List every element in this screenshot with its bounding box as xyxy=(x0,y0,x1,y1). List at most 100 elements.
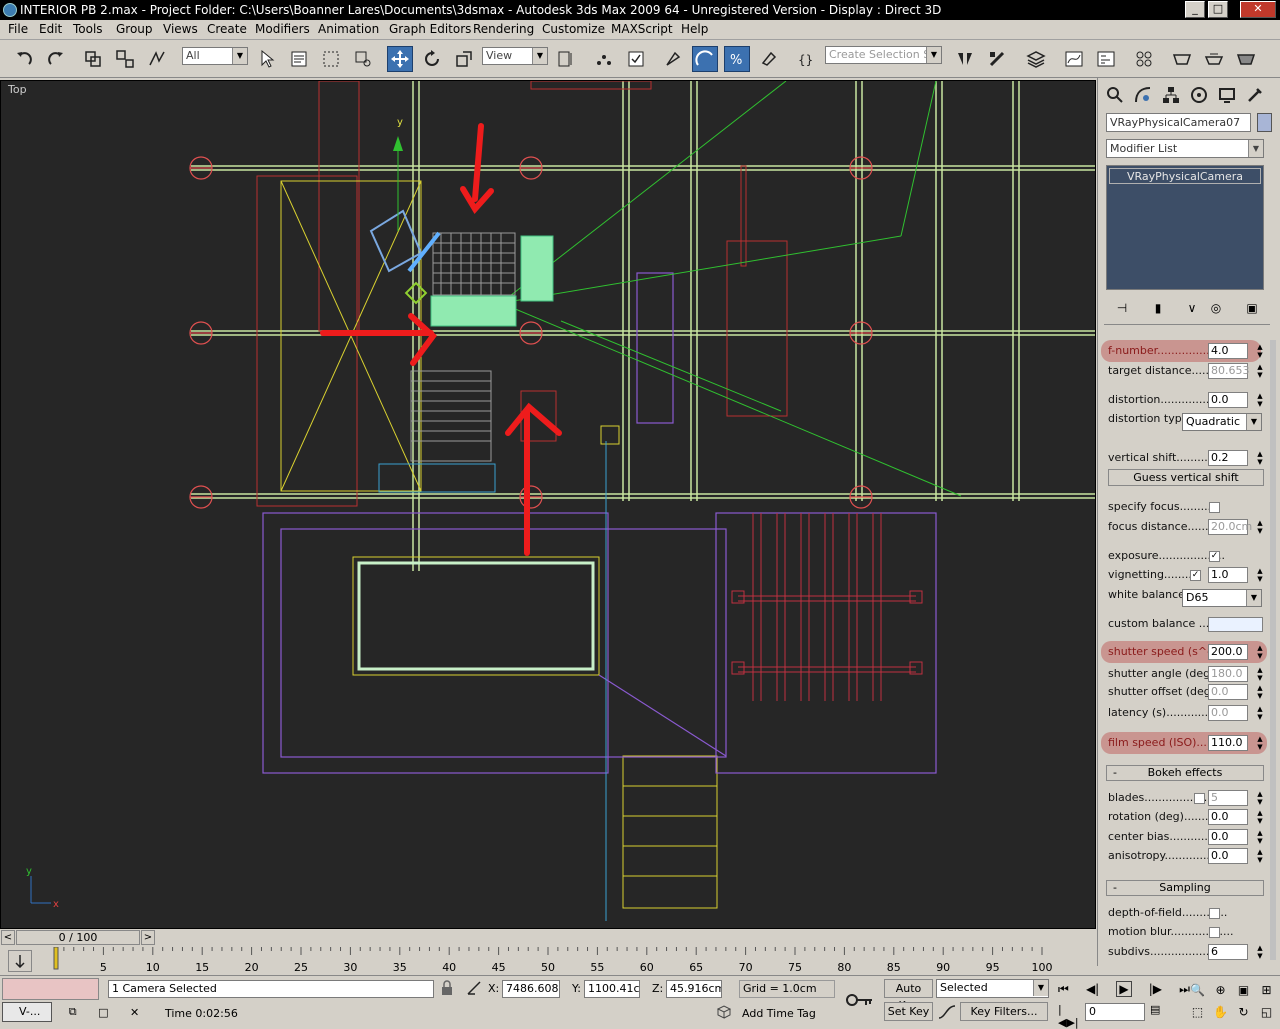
anisotropy-field[interactable]: 0.0 xyxy=(1208,848,1248,864)
menu-animation[interactable]: Animation xyxy=(318,22,379,36)
menu-graph-editors[interactable]: Graph Editors xyxy=(389,22,471,36)
key-tangent-icon[interactable] xyxy=(937,1003,957,1021)
maxscript-listener-field[interactable] xyxy=(2,978,99,1000)
angle-snap-icon[interactable] xyxy=(692,46,718,72)
menu-maxscript[interactable]: MAXScript xyxy=(611,22,673,36)
y-coordinate-field[interactable]: 1100.41cm xyxy=(584,980,640,998)
spinner-snap-icon[interactable] xyxy=(756,46,782,72)
shutter-offset-field[interactable]: 0.0 xyxy=(1208,684,1248,700)
film-speed-field[interactable]: 110.0 xyxy=(1208,735,1248,751)
snaps-toggle-icon[interactable] xyxy=(660,46,686,72)
latency-spinner[interactable]: ▲ ▼ xyxy=(1256,705,1264,721)
absolute-mode-icon[interactable] xyxy=(466,980,482,996)
z-coordinate-field[interactable]: 45.916cm xyxy=(666,980,722,998)
utilities-tab-icon[interactable] xyxy=(1244,84,1266,106)
lock-selection-icon[interactable] xyxy=(440,980,454,996)
select-object-icon[interactable] xyxy=(254,46,280,72)
time-slider-thumb[interactable]: 0 / 100 xyxy=(16,930,140,945)
use-pivot-center-icon[interactable] xyxy=(553,46,579,72)
make-unique-icon[interactable]: ∨ xyxy=(1182,298,1202,318)
panel-scrollbar[interactable] xyxy=(1270,340,1276,960)
menu-group[interactable]: Group xyxy=(116,22,153,36)
select-and-scale-icon[interactable] xyxy=(451,46,477,72)
schematic-view-icon[interactable] xyxy=(1093,46,1119,72)
set-key-button[interactable]: Set Key xyxy=(884,1002,933,1021)
menu-modifiers[interactable]: Modifiers xyxy=(255,22,310,36)
unlink-selection-icon[interactable] xyxy=(112,46,138,72)
x-coordinate-field[interactable]: 7486.608c xyxy=(502,980,560,998)
time-slider-prev-button[interactable]: < xyxy=(1,930,15,945)
taskbar-item[interactable]: V-... xyxy=(2,1002,52,1022)
open-mini-curve-editor-icon[interactable] xyxy=(8,950,32,972)
current-frame-field[interactable]: 0 xyxy=(1085,1003,1145,1021)
pan-icon[interactable]: ✋ xyxy=(1213,1005,1228,1019)
guess-vertical-shift-button[interactable]: Guess vertical shift xyxy=(1108,469,1264,486)
zoom-icon[interactable]: 🔍 xyxy=(1190,983,1205,997)
distortion-field[interactable]: 0.0 xyxy=(1208,392,1248,408)
blades-field[interactable]: 5 xyxy=(1208,790,1248,806)
white-balance-dropdown[interactable]: D65 ▼ xyxy=(1182,589,1262,607)
subdivs-field[interactable]: 6 xyxy=(1208,944,1248,960)
show-end-result-icon[interactable]: ▮ xyxy=(1148,298,1168,318)
layer-manager-icon[interactable] xyxy=(1023,46,1049,72)
stack-item-vray-camera[interactable]: VRayPhysicalCamera xyxy=(1109,168,1261,184)
shutter-speed-field[interactable]: 200.0 xyxy=(1208,644,1248,660)
taskbar-restore-icon[interactable]: ⧉ xyxy=(69,1005,77,1019)
key-filters-button[interactable]: Key Filters... xyxy=(960,1002,1048,1021)
menu-rendering[interactable]: Rendering xyxy=(473,22,534,36)
top-viewport[interactable]: Top y y x xyxy=(0,80,1096,929)
previous-frame-icon[interactable]: ◀| xyxy=(1086,982,1099,996)
focus-distance-field[interactable]: 20.0cm xyxy=(1208,519,1252,535)
motion-blur-checkbox[interactable] xyxy=(1209,927,1220,938)
latency-field[interactable]: 0.0 xyxy=(1208,705,1248,721)
zoom-all-icon[interactable]: ⊕ xyxy=(1215,983,1225,997)
center-bias-field[interactable]: 0.0 xyxy=(1208,829,1248,845)
menu-views[interactable]: Views xyxy=(163,22,198,36)
play-icon[interactable]: ▶ xyxy=(1116,981,1132,997)
target-distance-field[interactable]: 80.653 xyxy=(1208,363,1250,379)
display-tab-icon[interactable] xyxy=(1216,84,1238,106)
modify-tab-icon[interactable] xyxy=(1132,84,1154,106)
add-time-tag-icon[interactable] xyxy=(716,1004,732,1020)
reference-coordinate-dropdown[interactable]: View ▼ xyxy=(482,47,548,65)
time-slider-next-button[interactable]: > xyxy=(141,930,155,945)
rectangular-selection-icon[interactable] xyxy=(318,46,344,72)
subdivs-spinner[interactable]: ▲ ▼ xyxy=(1256,944,1264,960)
shutter-angle-field[interactable]: 180.0 xyxy=(1208,666,1248,682)
menu-edit[interactable]: Edit xyxy=(39,22,62,36)
app-icon[interactable] xyxy=(3,3,17,17)
menu-create[interactable]: Create xyxy=(207,22,247,36)
bokeh-rollout-header[interactable]: - Bokeh effects xyxy=(1106,765,1264,781)
zoom-extents-icon[interactable]: ▣ xyxy=(1238,983,1249,997)
menu-help[interactable]: Help xyxy=(681,22,708,36)
selection-filter-dropdown[interactable]: All ▼ xyxy=(182,47,248,65)
minimize-button[interactable]: _ xyxy=(1185,1,1205,18)
exposure-checkbox[interactable]: ✓ xyxy=(1209,551,1220,562)
vertical-shift-field[interactable]: 0.2 xyxy=(1208,450,1248,466)
key-mode-dropdown[interactable]: Selected ▼ xyxy=(936,979,1049,998)
current-frame-marker[interactable] xyxy=(53,947,59,970)
render-setup-icon[interactable] xyxy=(1169,46,1195,72)
focus-distance-spinner[interactable]: ▲ ▼ xyxy=(1256,519,1264,535)
select-and-rotate-icon[interactable] xyxy=(419,46,445,72)
go-to-start-icon[interactable]: ⏮ xyxy=(1058,982,1069,997)
key-mode-icon[interactable] xyxy=(846,990,874,1010)
menu-file[interactable]: File xyxy=(8,22,28,36)
orbit-icon[interactable]: ↻ xyxy=(1238,1005,1248,1019)
auto-key-button[interactable]: Auto Key xyxy=(884,979,933,1012)
bind-space-warp-icon[interactable] xyxy=(144,46,170,72)
mirror-icon[interactable] xyxy=(952,46,978,72)
taskbar-maximize-icon[interactable]: □ xyxy=(98,1006,108,1019)
modifier-stack[interactable]: VRayPhysicalCamera xyxy=(1106,165,1264,290)
close-button[interactable]: ✕ xyxy=(1240,1,1276,18)
pin-stack-icon[interactable]: ⊣ xyxy=(1112,298,1132,318)
film-speed-spinner[interactable]: ▲ ▼ xyxy=(1256,735,1264,751)
vignetting-checkbox[interactable]: ✓ xyxy=(1190,570,1201,581)
select-by-name-icon[interactable] xyxy=(286,46,312,72)
restore-button[interactable]: □ xyxy=(1208,1,1228,18)
rotation-field[interactable]: 0.0 xyxy=(1208,809,1248,825)
window-crossing-icon[interactable] xyxy=(350,46,376,72)
target-distance-spinner[interactable]: ▲ ▼ xyxy=(1256,363,1264,379)
percent-snap-icon[interactable]: % xyxy=(724,46,750,72)
blades-checkbox[interactable] xyxy=(1194,793,1205,804)
